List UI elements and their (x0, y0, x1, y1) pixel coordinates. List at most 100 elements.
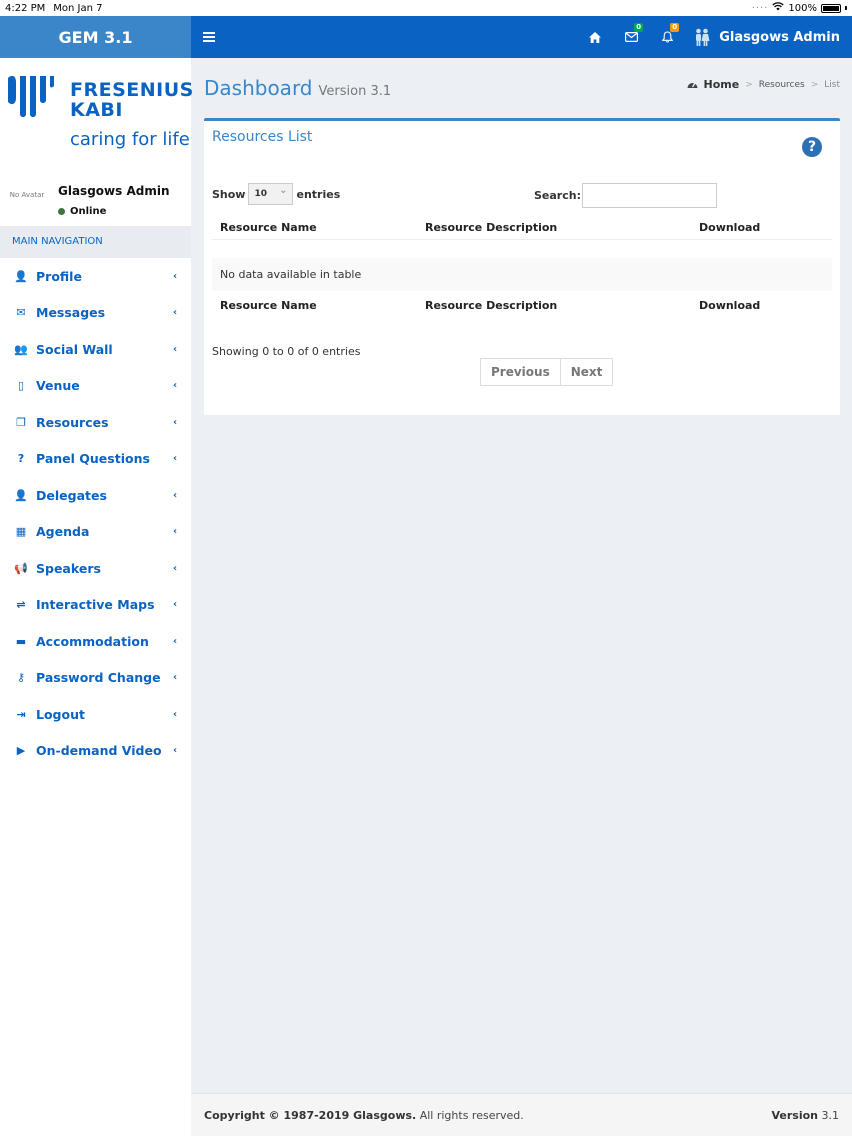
page-subtitle: Version 3.1 (318, 84, 392, 99)
breadcrumb-resources[interactable]: Resources (759, 80, 805, 90)
signpost-icon: ⇌ (16, 598, 26, 612)
ios-status-bar: 4:22 PM Mon Jan 7 ···· 100% (0, 0, 852, 16)
user-icon: 👤 (14, 488, 28, 502)
sidebar-item-agenda[interactable]: ▦ Agenda ‹ (0, 514, 191, 551)
sidebar-item-label: On-demand Video (36, 743, 162, 759)
sidebar-item-label: Password Change (36, 670, 161, 686)
sidebar-item-logout[interactable]: ⇥ Logout ‹ (0, 696, 191, 733)
user-panel: No Avatar Glasgows Admin Online (0, 164, 191, 226)
brand-line1: FRESENIUS (70, 79, 194, 101)
help-icon[interactable]: ? (802, 137, 822, 157)
table-header: Resource Name Resource Description Downl… (212, 216, 832, 240)
column-header[interactable]: Resource Name (212, 221, 417, 234)
sidebar-item-delegates[interactable]: 👤 Delegates ‹ (0, 477, 191, 514)
bed-icon: ▬ (15, 634, 27, 648)
sidebar-item-label: Interactive Maps (36, 597, 155, 613)
chevron-left-icon: ‹ (173, 745, 178, 757)
key-icon: ⚷ (16, 671, 26, 685)
sidebar-item-messages[interactable]: ✉ Messages ‹ (0, 295, 191, 332)
box-title: Resources List (212, 129, 313, 145)
column-footer: Resource Name (220, 298, 317, 312)
status-right: ···· 100% (752, 2, 847, 14)
breadcrumb-separator: > (810, 79, 819, 90)
copyright-text: Copyright © 1987-2019 Glasgows. (204, 1108, 417, 1122)
brand-tagline: caring for life (70, 129, 190, 150)
search-input[interactable] (581, 183, 717, 208)
users-icon (696, 28, 710, 46)
show-label: Show (212, 187, 246, 201)
resources-table: Resource Name Resource Description Downl… (212, 216, 832, 317)
entries-length: Show 10 entries (212, 183, 340, 205)
column-footer: Resource Description (425, 298, 558, 312)
chevron-left-icon: ‹ (173, 380, 178, 392)
messages-badge: 0 (634, 23, 644, 32)
sidebar-item-password-change[interactable]: ⚷ Password Change ‹ (0, 660, 191, 697)
chevron-left-icon: ‹ (173, 416, 178, 428)
rights-text: All rights reserved. (419, 1108, 524, 1122)
sidebar-item-profile[interactable]: 👤 Profile ‹ (0, 258, 191, 295)
sidebar-item-label: Venue (36, 378, 80, 394)
footer: Copyright © 1987-2019 Glasgows. All righ… (191, 1093, 852, 1136)
sidebar-item-on-demand-video[interactable]: ▶ On-demand Video ‹ (0, 733, 191, 770)
chevron-left-icon: ‹ (173, 672, 178, 684)
sidebar-item-resources[interactable]: ❐ Resources ‹ (0, 404, 191, 441)
breadcrumb-home[interactable]: Home (704, 78, 740, 91)
search-label: Search: (534, 189, 581, 202)
version-label: Version (771, 1108, 818, 1122)
sidebar-item-label: Accommodation (36, 633, 149, 649)
bell-icon (661, 31, 673, 43)
user-status: Online (58, 206, 106, 217)
next-button[interactable]: Next (560, 358, 614, 386)
previous-button[interactable]: Previous (480, 358, 561, 386)
brand-logo: FRESENIUS KABI caring for life (0, 58, 194, 164)
breadcrumb: Home > Resources > List (687, 78, 840, 91)
app-logo[interactable]: GEM 3.1 (0, 16, 191, 58)
status-date: Mon Jan 7 (53, 2, 103, 14)
user-menu-name: Glasgows Admin (719, 29, 840, 45)
top-navbar: 0 0 Glasgows Admin (191, 16, 852, 58)
sidebar-toggle-icon[interactable] (203, 32, 215, 42)
battery-percent: 100% (788, 2, 817, 14)
sidebar-item-label: Profile (36, 268, 82, 284)
pagination: Previous Next (480, 358, 614, 386)
column-header[interactable]: Resource Description (417, 221, 691, 234)
notifications-menu[interactable]: 0 (649, 16, 685, 58)
sidebar-item-label: Social Wall (36, 341, 113, 357)
sidebar-item-label: Logout (36, 706, 85, 722)
home-icon[interactable] (577, 16, 613, 58)
table-info: Showing 0 to 0 of 0 entries (212, 345, 361, 358)
sidebar-item-speakers[interactable]: 📢 Speakers ‹ (0, 550, 191, 587)
chevron-left-icon: ‹ (173, 599, 178, 611)
main-navigation-header: MAIN NAVIGATION (0, 226, 191, 258)
chevron-left-icon: ‹ (173, 343, 178, 355)
copy-icon: ❐ (16, 415, 26, 429)
page-title: Dashboard Version 3.1 (204, 76, 391, 100)
sidebar-item-social-wall[interactable]: 👥 Social Wall ‹ (0, 331, 191, 368)
messages-menu[interactable]: 0 (613, 16, 649, 58)
online-dot-icon (58, 208, 65, 215)
table-empty-row: No data available in table (212, 258, 832, 291)
chevron-left-icon: ‹ (173, 708, 178, 720)
sidebar-item-panel-questions[interactable]: ? Panel Questions ‹ (0, 441, 191, 478)
signal-dots-icon: ···· (751, 2, 769, 14)
sidebar-item-venue[interactable]: ▯ Venue ‹ (0, 368, 191, 405)
sidebar-item-accommodation[interactable]: ▬ Accommodation ‹ (0, 623, 191, 660)
user-menu[interactable]: Glasgows Admin (685, 28, 852, 46)
chevron-left-icon: ‹ (173, 270, 178, 282)
sidebar-item-interactive-maps[interactable]: ⇌ Interactive Maps ‹ (0, 587, 191, 624)
bullhorn-icon: 📢 (14, 561, 28, 575)
dashboard-icon (687, 82, 698, 88)
fresenius-logo-mark (8, 75, 54, 117)
youtube-icon: ▶ (16, 744, 26, 758)
entries-label: entries (296, 187, 341, 201)
footer-copyright: Copyright © 1987-2019 Glasgows. All righ… (204, 1109, 524, 1122)
entries-select[interactable]: 10 (248, 183, 294, 205)
status-time: 4:22 PM (5, 2, 46, 14)
sidebar-item-label: Delegates (36, 487, 107, 503)
user-panel-name: Glasgows Admin (58, 184, 170, 198)
chevron-left-icon: ‹ (173, 453, 178, 465)
calendar-icon: ▦ (15, 525, 27, 539)
column-header[interactable]: Download (691, 221, 832, 234)
users-icon: 👥 (14, 342, 28, 356)
brand-name: FRESENIUS KABI (70, 80, 194, 120)
